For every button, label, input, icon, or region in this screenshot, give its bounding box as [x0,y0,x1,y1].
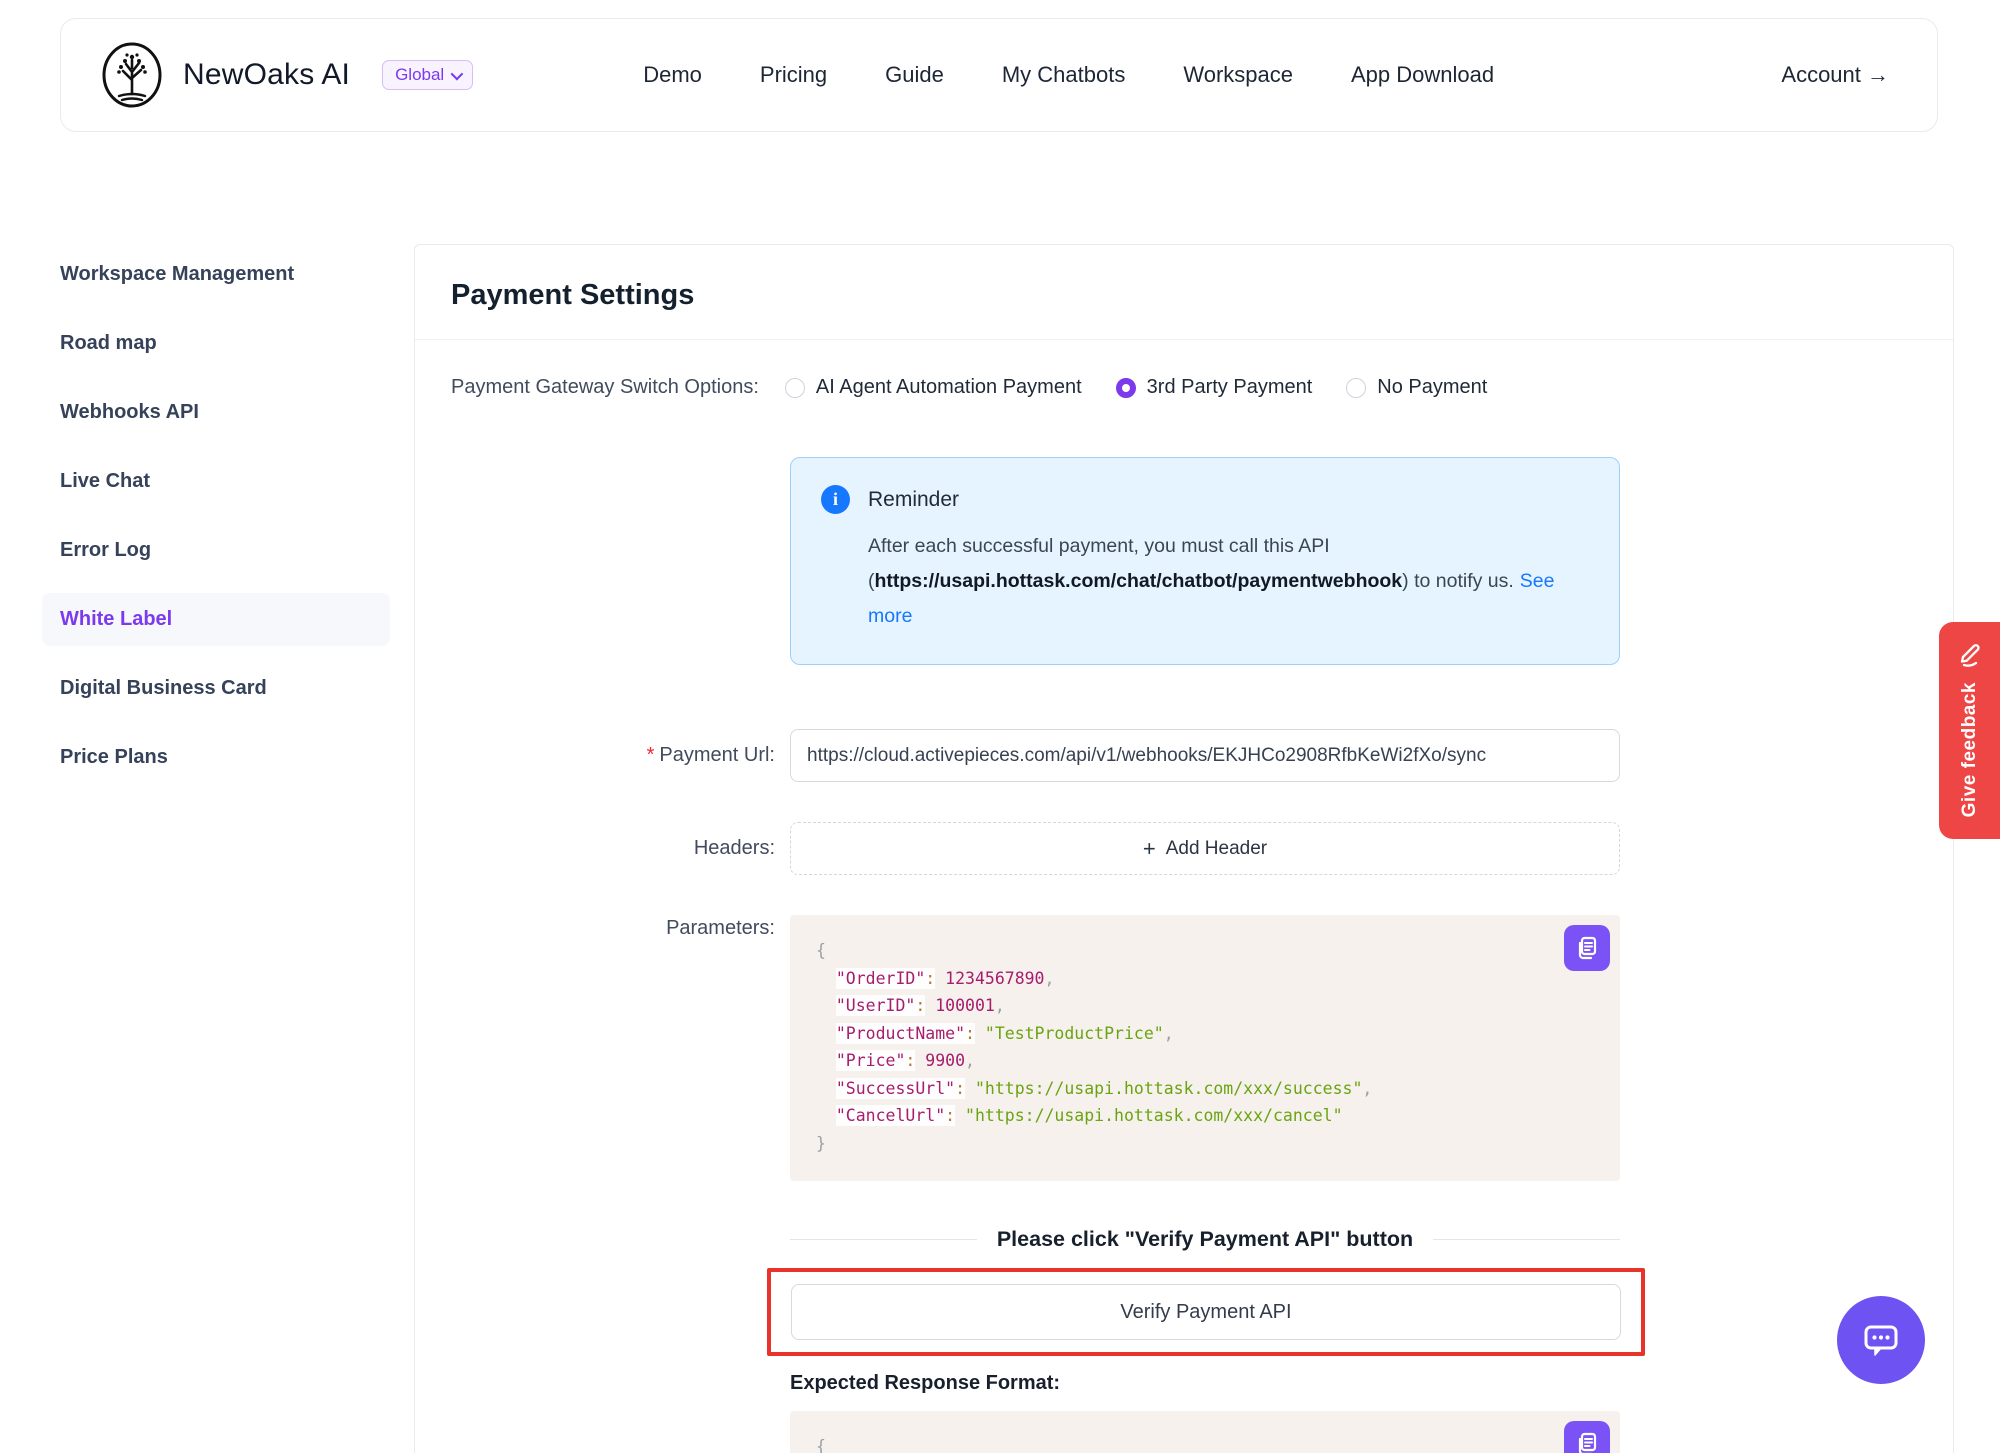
reminder-title: Reminder [868,488,959,512]
sidebar-item[interactable]: Webhooks API [42,386,390,439]
sidebar-item[interactable]: Live Chat [42,455,390,508]
red-annotation-box: Verify Payment API [767,1268,1645,1356]
code-line: "ProductName": "TestProductPrice", [816,1020,1594,1048]
radio-label: No Payment [1377,376,1487,399]
code-line: "OrderID": 1234567890, [816,965,1594,993]
gateway-radio-option[interactable]: 3rd Party Payment [1116,376,1313,399]
parameters-code-block: { "OrderID": 1234567890, "UserID": 10000… [790,915,1620,1181]
expected-response-label: Expected Response Format: [790,1372,1953,1395]
sidebar: Workspace Management Road map Webhooks A… [42,248,390,784]
code-line: "SuccessUrl": "https://usapi.hottask.com… [816,1075,1594,1103]
code-line: "CancelUrl": "https://usapi.hottask.com/… [816,1102,1594,1130]
gateway-radio-option[interactable]: AI Agent Automation Payment [785,376,1082,399]
header-bar: NewOaks AI Global Demo Pricing Guide My Cha… [60,18,1938,132]
radio-icon[interactable] [1116,378,1136,398]
sidebar-item[interactable]: Road map [42,317,390,370]
payment-url-input[interactable] [790,729,1620,782]
nav-item[interactable]: Demo [643,62,702,88]
card-header: Payment Settings [415,245,1953,340]
copy-icon [1574,1431,1600,1453]
brand-name: NewOaks AI [183,58,350,92]
code-line: "Price": 9900, [816,1047,1594,1075]
top-nav: Demo Pricing Guide My Chatbots Workspace App … [643,62,1494,88]
sidebar-item[interactable]: Price Plans [42,731,390,784]
instruction-text: Please click "Verify Payment API" button [997,1227,1413,1252]
region-selector[interactable]: Global [382,60,473,90]
give-feedback-label: Give feedback [1959,682,1981,817]
response-code-block: { "Data": { "URL": "https://checkout.str… [790,1411,1620,1453]
headers-row: Headers: + Add Header [415,822,1953,875]
newoaks-logo-icon [101,42,163,108]
required-asterisk: * [647,744,655,766]
gateway-radio-group: AI Agent Automation Payment 3rd Party Pa… [785,376,1487,399]
nav-item[interactable]: Guide [885,62,944,88]
payment-url-label-text: Payment Url: [659,744,775,766]
payment-url-label: *Payment Url: [415,744,790,767]
sidebar-item[interactable]: Digital Business Card [42,662,390,715]
nav-item[interactable]: Pricing [760,62,827,88]
info-icon: i [821,485,850,514]
gateway-switch-label: Payment Gateway Switch Options: [451,376,759,399]
code-line: "UserID": 100001, [816,992,1594,1020]
plus-icon: + [1143,838,1156,860]
add-header-label: Add Header [1166,838,1267,860]
code-line: } [816,1130,1594,1158]
divider-line [790,1239,977,1240]
page: NewOaks AI Global Demo Pricing Guide My Cha… [0,0,2000,1453]
gateway-switch-row: Payment Gateway Switch Options: AI Agent… [451,376,1953,399]
parameters-label: Parameters: [415,915,790,1181]
verify-payment-api-button[interactable]: Verify Payment API [791,1284,1621,1340]
gateway-radio-option[interactable]: No Payment [1346,376,1487,399]
code-line: { [816,1433,1594,1453]
give-feedback-tab[interactable]: Give feedback [1939,622,2000,839]
page-title: Payment Settings [451,279,1917,312]
radio-label: 3rd Party Payment [1147,376,1313,399]
copy-button[interactable] [1564,1421,1610,1453]
payment-url-row: *Payment Url: [415,729,1953,782]
chat-widget-button[interactable] [1837,1296,1925,1384]
region-label: Global [395,65,444,85]
sidebar-item[interactable]: White Label [42,593,390,646]
chat-bubble-icon [1858,1317,1904,1363]
brand[interactable]: NewOaks AI Global [101,42,473,108]
radio-icon[interactable] [1346,378,1366,398]
divider-line [1433,1239,1620,1240]
pencil-icon [1955,638,1985,668]
copy-button[interactable] [1564,925,1610,971]
account-link[interactable]: Account → [1781,62,1889,88]
chevron-down-icon [451,67,464,80]
nav-item[interactable]: App Download [1351,62,1494,88]
reminder-alert: i Reminder After each successful payment… [790,457,1620,665]
add-header-button[interactable]: + Add Header [790,822,1620,875]
parameters-row: Parameters: { "OrderID": 1234567890, "Us… [415,915,1953,1181]
nav-item[interactable]: Workspace [1183,62,1293,88]
headers-label: Headers: [415,837,790,860]
sidebar-item[interactable]: Error Log [42,524,390,577]
code-line: { [816,937,1594,965]
reminder-api-url: https://usapi.hottask.com/chat/chatbot/p… [875,570,1403,592]
radio-label: AI Agent Automation Payment [816,376,1082,399]
reminder-text-post: ) to notify us. [1402,570,1514,592]
reminder-head: i Reminder [821,485,1589,514]
reminder-body: After each successful payment, you must … [868,529,1568,634]
payment-settings-card: Payment Settings Payment Gateway Switch … [414,244,1954,1453]
sidebar-item[interactable]: Workspace Management [42,248,390,301]
copy-icon [1574,935,1600,961]
radio-icon[interactable] [785,378,805,398]
instruction-divider: Please click "Verify Payment API" button [790,1227,1620,1252]
nav-item[interactable]: My Chatbots [1002,62,1126,88]
